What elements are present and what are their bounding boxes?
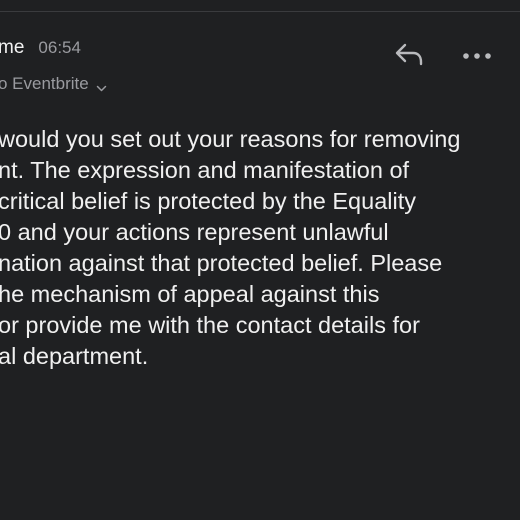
message-body: would you set out your reasons for remov… <box>0 124 520 372</box>
message-line: or provide me with the contact details f… <box>0 312 420 338</box>
message-line: nt. The expression and manifestation of <box>0 157 410 183</box>
message-timestamp: 06:54 <box>38 38 81 57</box>
message-line: al department. <box>0 343 149 369</box>
message-line: critical belief is protected by the Equa… <box>0 188 416 214</box>
reply-icon <box>393 41 425 72</box>
message-line: he mechanism of appeal against this <box>0 281 380 307</box>
top-divider <box>0 11 520 12</box>
reply-button[interactable] <box>391 40 427 72</box>
sender-name[interactable]: me <box>0 37 24 59</box>
message-line: would you set out your reasons for remov… <box>0 126 461 152</box>
recipient-text: o Eventbrite <box>0 74 89 93</box>
more-options-button[interactable] <box>458 40 496 72</box>
chevron-down-icon <box>96 79 107 91</box>
more-icon <box>462 47 492 65</box>
message-line: 0 and your actions represent unlawful <box>0 219 389 245</box>
sender-line: me 06:54 <box>0 37 81 59</box>
message-line: nation against that protected belief. Pl… <box>0 250 443 276</box>
recipient-details-toggle[interactable]: o Eventbrite <box>0 74 107 94</box>
message-header: me 06:54 o Eventbrite <box>0 30 520 110</box>
